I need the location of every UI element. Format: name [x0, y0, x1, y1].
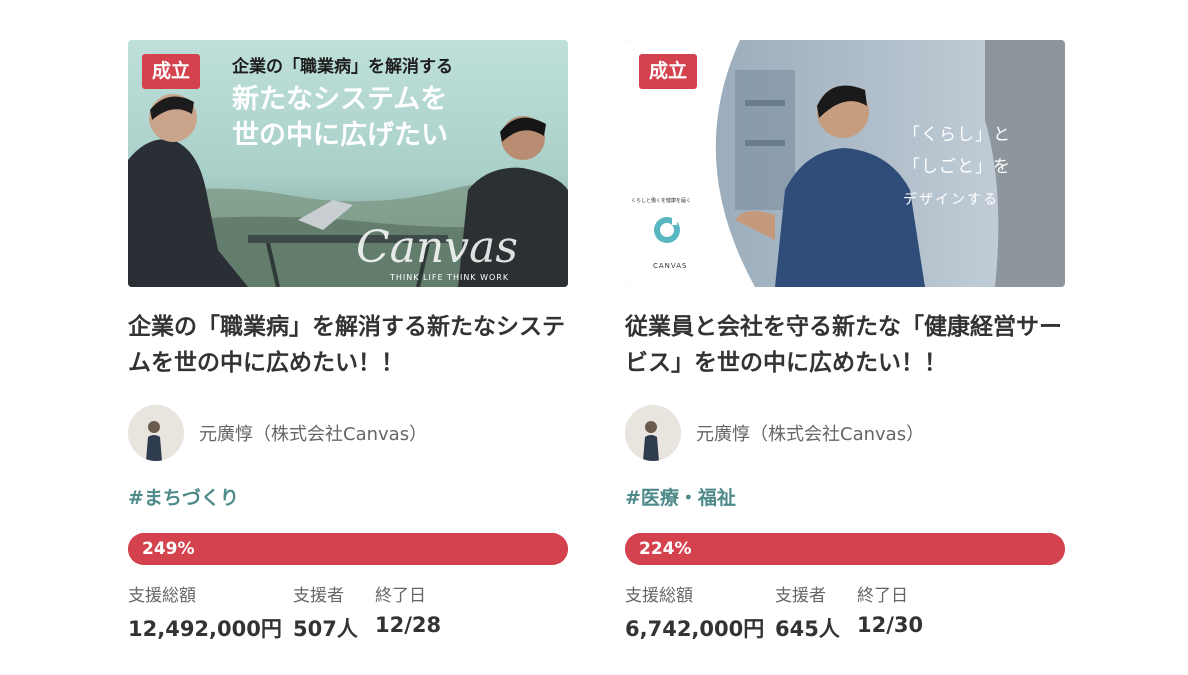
stat-label: 終了日: [375, 586, 426, 606]
project-card[interactable]: 企業の「職業病」を解消する 新たなシステムを 世の中に広げたい Canvas T…: [128, 40, 568, 643]
project-card[interactable]: くらしと働くを健康を届く CANVAS 「くらし」と 「しごと」を デザインする…: [625, 40, 1065, 643]
status-badge: 成立: [639, 54, 698, 89]
person-icon: [128, 405, 184, 461]
progress-percent: 224%: [639, 539, 692, 559]
project-owner[interactable]: 元廣惇（株式会社Canvas）: [128, 405, 568, 461]
category-tag[interactable]: #まちづくり: [128, 483, 568, 511]
image-heading-line1: 「くらし」と: [903, 125, 1011, 145]
stat-value: 12/30: [857, 613, 924, 637]
image-tagline: THINK LIFE THINK WORK: [389, 273, 509, 282]
stat-end-date: 終了日 12/30: [857, 581, 923, 643]
image-heading-line2: 新たなシステムを: [232, 83, 447, 115]
script-logo: Canvas: [356, 222, 518, 273]
project-title[interactable]: 従業員と会社を守る新たな「健康経営サービス」を世の中に広めたい！！: [625, 309, 1065, 383]
person-icon: [625, 405, 681, 461]
project-stats: 支援総額 12,492,000円 支援者 507人 終了日 12/28: [128, 581, 568, 643]
category-tag[interactable]: #医療・福祉: [625, 483, 1065, 511]
project-owner[interactable]: 元廣惇（株式会社Canvas）: [625, 405, 1065, 461]
stat-value: 12/28: [375, 613, 442, 637]
owner-name: 元廣惇（株式会社Canvas）: [199, 424, 428, 445]
image-heading-line3: 世の中に広げたい: [232, 119, 448, 151]
avatar: [128, 405, 184, 461]
progress-percent: 249%: [142, 539, 195, 559]
stat-supporters: 支援者 645人: [775, 581, 857, 643]
project-title[interactable]: 企業の「職業病」を解消する新たなシステムを世の中に広めたい！！: [128, 309, 568, 383]
project-stats: 支援総額 6,742,000円 支援者 645人 終了日 12/30: [625, 581, 1065, 643]
funding-progress-bar: 224%: [625, 533, 1065, 565]
status-badge: 成立: [142, 54, 201, 89]
stat-value: 507人: [293, 617, 358, 641]
stat-value: 645人: [775, 617, 840, 641]
stat-label: 支援総額: [128, 586, 196, 606]
stat-supporters: 支援者 507人: [293, 581, 375, 643]
canvas-logo-text: CANVAS: [653, 262, 688, 270]
stat-total-amount: 支援総額 12,492,000円: [128, 581, 293, 643]
funding-progress-bar: 249%: [128, 533, 568, 565]
stat-label: 支援総額: [625, 586, 693, 606]
image-heading-line3: デザインする: [903, 191, 999, 208]
stat-label: 支援者: [775, 586, 826, 606]
avatar: [625, 405, 681, 461]
image-caption: くらしと働くを健康を届く: [631, 197, 691, 204]
stat-label: 支援者: [293, 586, 344, 606]
stat-value: 12,492,000円: [128, 617, 282, 641]
stat-label: 終了日: [857, 586, 908, 606]
owner-name: 元廣惇（株式会社Canvas）: [696, 424, 925, 445]
stat-value: 6,742,000円: [625, 617, 765, 641]
stat-total-amount: 支援総額 6,742,000円: [625, 581, 775, 643]
project-thumbnail[interactable]: 企業の「職業病」を解消する 新たなシステムを 世の中に広げたい Canvas T…: [128, 40, 568, 287]
image-heading-line2: 「しごと」を: [903, 157, 1011, 177]
stat-end-date: 終了日 12/28: [375, 581, 441, 643]
project-thumbnail[interactable]: くらしと働くを健康を届く CANVAS 「くらし」と 「しごと」を デザインする…: [625, 40, 1065, 287]
image-heading-line1: 企業の「職業病」を解消する: [231, 56, 453, 77]
